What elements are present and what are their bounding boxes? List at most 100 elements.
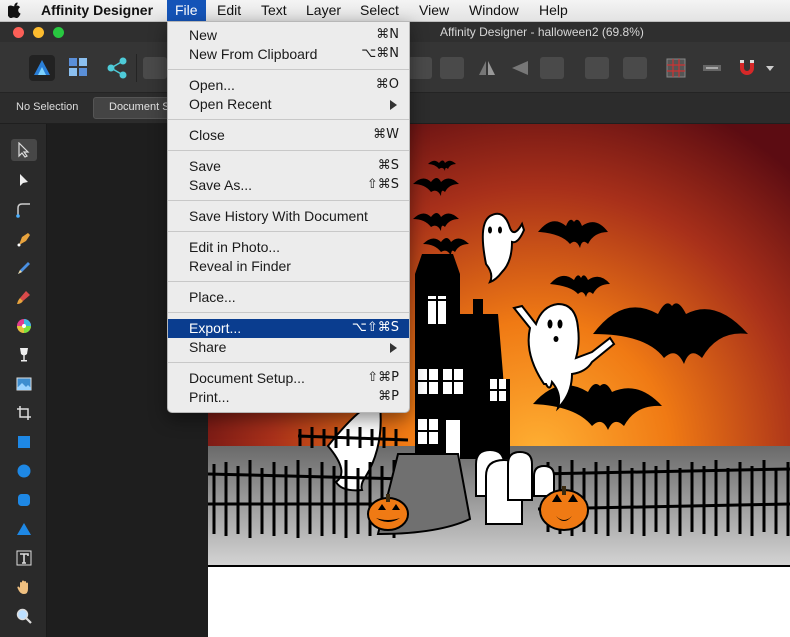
selection-status: No Selection — [16, 101, 79, 113]
keyboard-shortcut: ⇧⌘P — [367, 370, 399, 385]
menu-separator — [168, 231, 409, 232]
menu-item-open[interactable]: Open... ⌘O — [168, 76, 409, 95]
magnet-snapping-icon[interactable] — [735, 56, 759, 80]
keyboard-shortcut: ⌘N — [376, 27, 399, 42]
pen-tool-icon — [17, 233, 30, 247]
menu-file[interactable]: File — [167, 0, 206, 21]
toolbar-button[interactable] — [623, 57, 647, 79]
menu-item-save[interactable]: Save ⌘S — [168, 157, 409, 176]
flip-vertical-icon[interactable] — [508, 57, 532, 79]
close-window-button[interactable] — [13, 27, 24, 38]
flip-horizontal-icon[interactable] — [475, 57, 499, 79]
pen-tool[interactable] — [11, 228, 37, 250]
view-tool[interactable] — [11, 576, 37, 598]
insert-behind-icon[interactable] — [700, 57, 724, 79]
zoom-window-button[interactable] — [53, 27, 64, 38]
zoom-tool[interactable] — [11, 605, 37, 627]
triangle-tool[interactable] — [11, 518, 37, 540]
fill-tool[interactable] — [11, 315, 37, 337]
menu-item-label: Open Recent — [189, 96, 272, 112]
affinity-designer-persona-icon[interactable] — [29, 55, 55, 81]
menu-item-export[interactable]: Export... ⌥⇧⌘S — [168, 319, 409, 338]
crop-icon — [17, 406, 31, 420]
minimize-window-button[interactable] — [33, 27, 44, 38]
submenu-arrow-icon — [390, 100, 397, 110]
ellipse-icon — [17, 464, 31, 478]
keyboard-shortcut: ⇧⌘S — [366, 177, 399, 192]
vector-brush-tool[interactable] — [11, 286, 37, 308]
pencil-tool-icon — [18, 262, 30, 274]
menu-bar: Affinity Designer File Edit Text Layer S… — [0, 0, 790, 22]
menu-item-close[interactable]: Close ⌘W — [168, 126, 409, 145]
menu-item-new[interactable]: New ⌘N — [168, 26, 409, 45]
app-menu-name[interactable]: Affinity Designer — [33, 0, 161, 21]
menu-item-label: Export... — [189, 320, 242, 336]
menu-separator — [168, 362, 409, 363]
menu-item-label: Document Setup... — [189, 370, 305, 386]
menu-item-document-setup[interactable]: Document Setup... ⇧⌘P — [168, 369, 409, 388]
menu-text[interactable]: Text — [253, 0, 295, 21]
menu-item-new-from-clipboard[interactable]: New From Clipboard ⌥⌘N — [168, 45, 409, 64]
corner-tool-icon — [16, 203, 30, 218]
node-tool[interactable] — [11, 169, 37, 191]
file-menu-dropdown: New ⌘N New From Clipboard ⌥⌘N Open... ⌘O Open … — [167, 21, 410, 413]
menu-item-label: Print... — [189, 389, 230, 405]
menu-view[interactable]: View — [411, 0, 457, 21]
keyboard-shortcut: ⌥⌘N — [361, 46, 399, 61]
menu-item-print[interactable]: Print... ⌘P — [168, 388, 409, 407]
menu-layer[interactable]: Layer — [298, 0, 349, 21]
wine-glass-icon — [20, 348, 28, 362]
transparency-tool[interactable] — [11, 344, 37, 366]
menu-item-edit-in-photo[interactable]: Edit in Photo... — [168, 238, 409, 257]
menu-separator — [168, 200, 409, 201]
menu-select[interactable]: Select — [352, 0, 407, 21]
menu-item-label: Save — [189, 158, 221, 174]
menu-item-place[interactable]: Place... — [168, 288, 409, 307]
toolbar-separator — [136, 54, 137, 82]
toolbar-button[interactable] — [408, 57, 432, 79]
menu-item-save-as[interactable]: Save As... ⇧⌘S — [168, 176, 409, 195]
menu-item-label: Save As... — [189, 177, 253, 193]
chevron-down-icon[interactable] — [765, 65, 775, 73]
menu-separator — [168, 69, 409, 70]
crop-tool[interactable] — [11, 402, 37, 424]
menu-item-save-history-with-document[interactable]: Save History With Document — [168, 207, 409, 226]
pixel-persona-icon[interactable] — [68, 57, 88, 77]
toolbar-button[interactable] — [440, 57, 464, 79]
menu-item-label: Open... — [189, 77, 235, 93]
menu-separator — [168, 150, 409, 151]
menu-help[interactable]: Help — [531, 0, 576, 21]
keyboard-shortcut: ⌘W — [373, 127, 399, 142]
toolbar-button[interactable] — [540, 57, 564, 79]
export-persona-icon[interactable] — [106, 57, 128, 79]
node-tool-icon — [20, 174, 28, 186]
menu-item-reveal-in-finder[interactable]: Reveal in Finder — [168, 257, 409, 276]
apple-icon[interactable] — [8, 2, 22, 18]
menu-item-open-recent[interactable]: Open Recent — [168, 95, 409, 114]
ellipse-tool[interactable] — [11, 460, 37, 482]
toolbar-button[interactable] — [585, 57, 609, 79]
pencil-tool[interactable] — [11, 257, 37, 279]
place-image-tool[interactable] — [11, 373, 37, 395]
menu-separator — [168, 281, 409, 282]
menu-separator — [168, 119, 409, 120]
menu-item-share[interactable]: Share — [168, 338, 409, 357]
menu-item-label: New From Clipboard — [189, 46, 318, 62]
rectangle-icon — [18, 436, 30, 448]
corner-tool[interactable] — [11, 199, 37, 221]
menu-edit[interactable]: Edit — [209, 0, 249, 21]
menu-separator — [168, 312, 409, 313]
snapping-grid-icon[interactable] — [665, 57, 687, 79]
toolbar-button[interactable] — [143, 57, 167, 79]
menu-window[interactable]: Window — [461, 0, 527, 21]
menu-item-label: New — [189, 27, 218, 43]
rectangle-tool[interactable] — [11, 431, 37, 453]
menu-item-label: Save History With Document — [189, 208, 368, 224]
brush-tool-icon — [17, 291, 30, 304]
artistic-text-tool[interactable] — [11, 547, 37, 569]
rounded-rectangle-tool[interactable] — [11, 489, 37, 511]
keyboard-shortcut: ⌘O — [375, 77, 399, 92]
move-tool[interactable] — [11, 139, 37, 161]
rounded-rectangle-icon — [18, 494, 30, 506]
color-wheel-icon — [17, 319, 31, 333]
